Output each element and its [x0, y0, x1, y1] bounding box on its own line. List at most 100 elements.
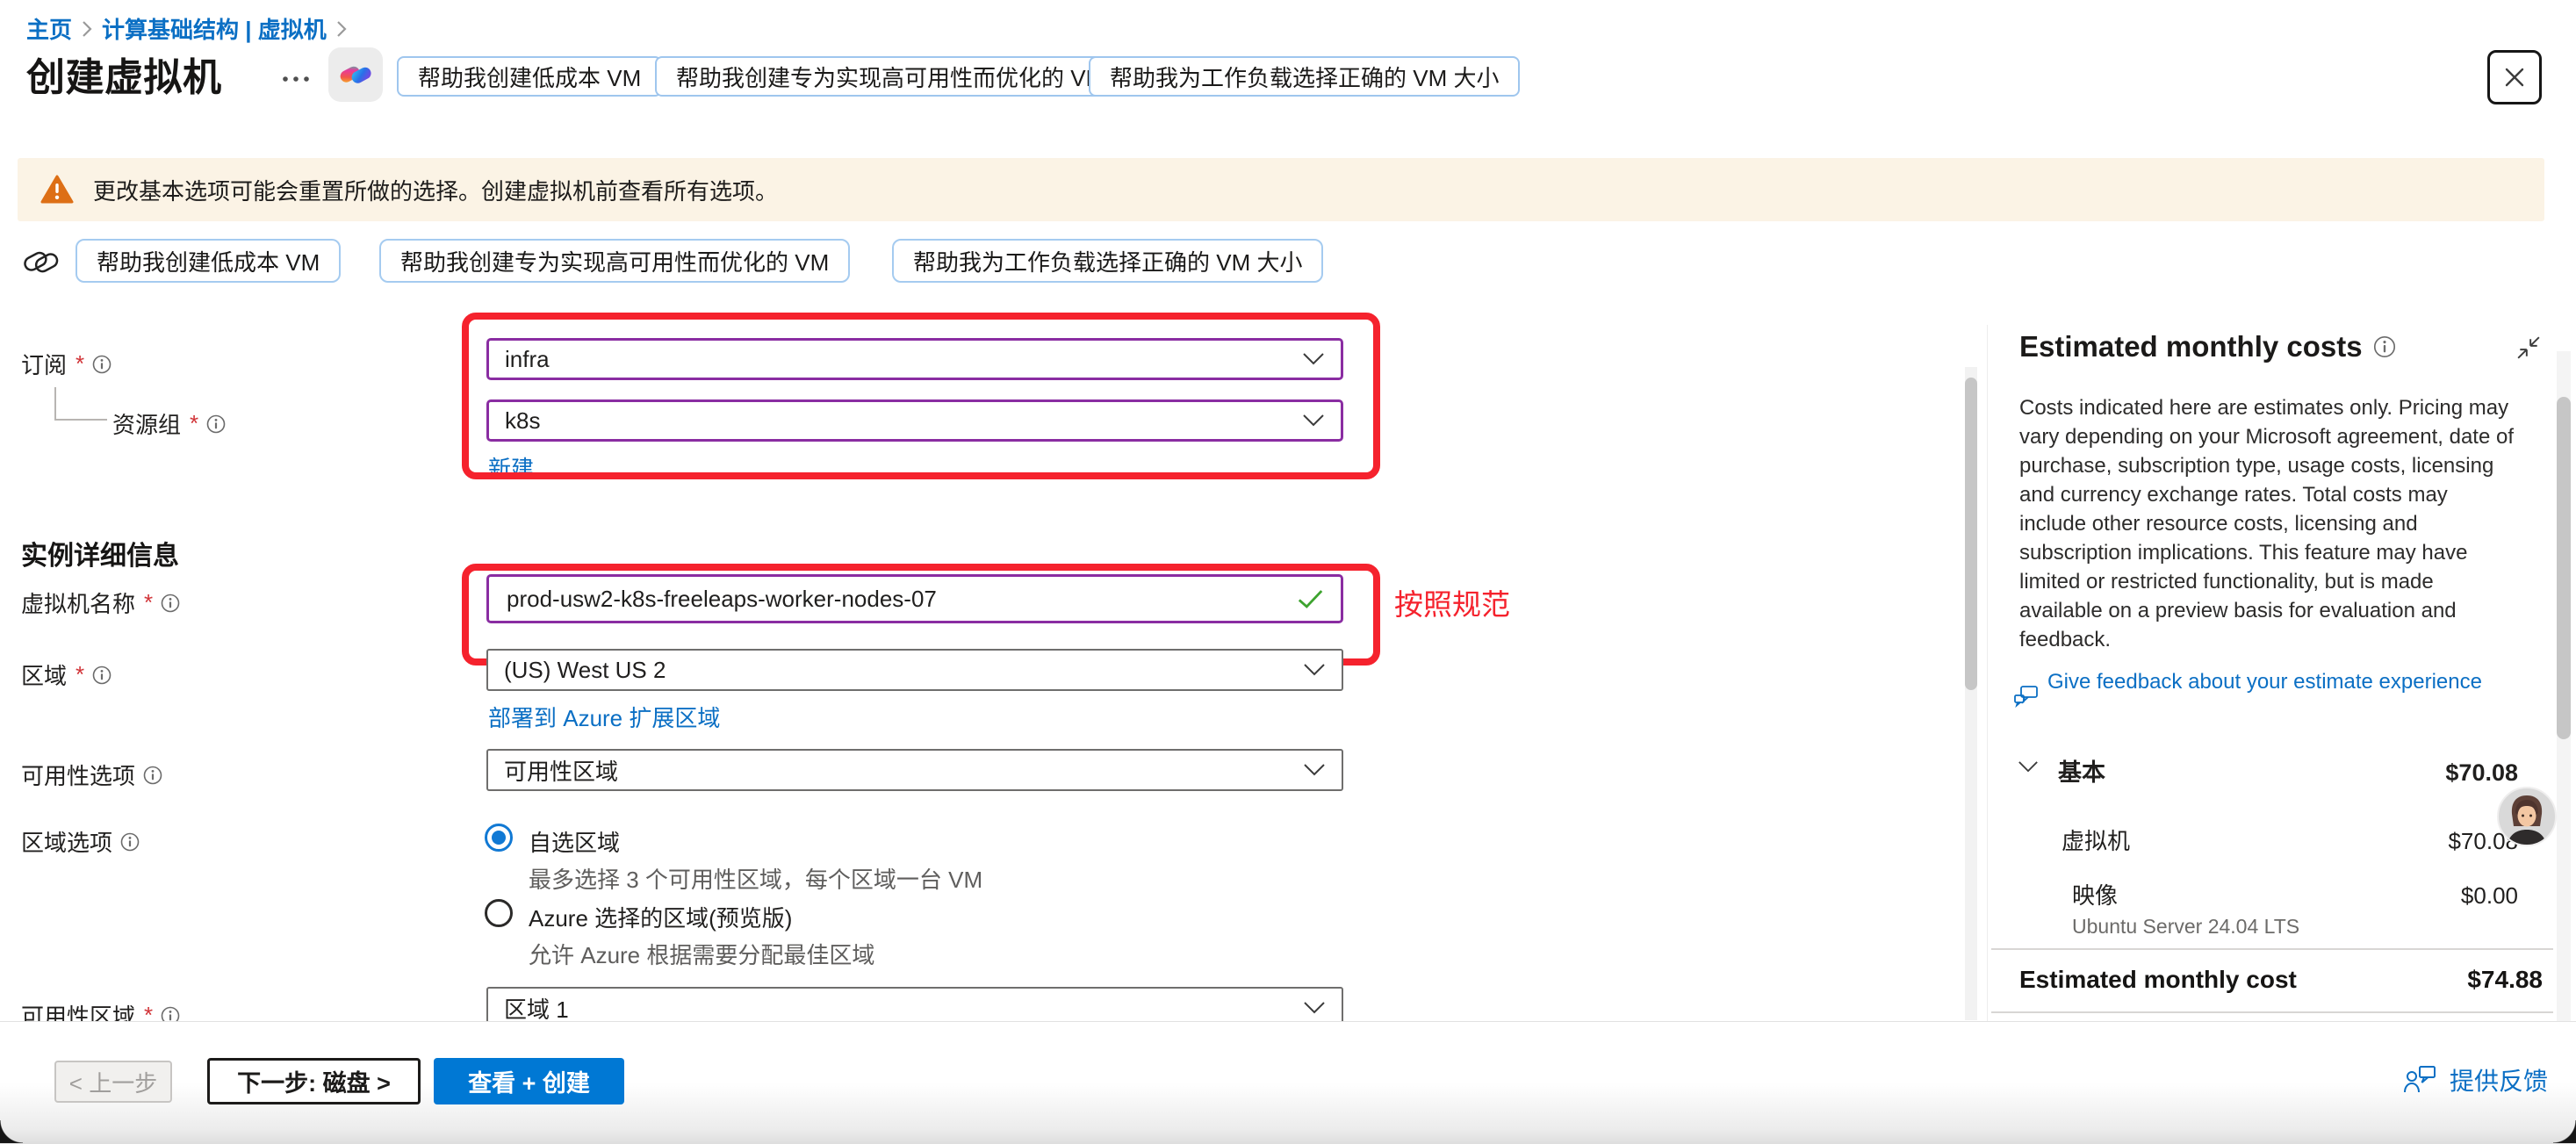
breadcrumb-chevron-icon [81, 19, 93, 39]
close-icon [2501, 64, 2528, 90]
cost-item-sub: Ubuntu Server 24.04 LTS [2072, 915, 2299, 939]
collapse-panel-button[interactable] [2516, 335, 2541, 364]
review-create-button[interactable]: 查看 + 创建 [434, 1058, 624, 1104]
warning-text: 更改基本选项可能会重置所做的选择。创建虚拟机前查看所有选项。 [93, 174, 778, 206]
required-asterisk: * [190, 410, 198, 437]
warning-icon [40, 175, 74, 205]
panel-divider-line [1991, 1011, 2553, 1013]
cost-group-value: $70.08 [2445, 759, 2518, 787]
dropdown-value: 可用性区域 [504, 754, 618, 787]
copilot-chip-right-size[interactable]: 帮助我为工作负载选择正确的 VM 大小 [892, 239, 1323, 283]
feedback-person-icon [2402, 1064, 2437, 1096]
resource-group-label: 资源组* [112, 407, 226, 440]
total-value: $74.88 [2467, 966, 2543, 994]
copilot-chip-high-availability[interactable]: 帮助我创建专为实现高可用性而优化的 VM [379, 239, 850, 283]
vm-name-field [486, 574, 1343, 623]
breadcrumb-chevron-icon [335, 19, 348, 39]
footer-bar: < 上一步 下一步: 磁盘 > 查看 + 创建 提供反馈 [0, 1021, 2576, 1144]
breadcrumb-link-compute[interactable]: 计算基础结构 | 虚拟机 [102, 12, 327, 45]
total-label: Estimated monthly cost [2019, 966, 2297, 994]
panel-divider-line [1991, 948, 2553, 950]
resource-group-dropdown[interactable]: k8s [486, 399, 1343, 442]
info-icon[interactable] [161, 594, 180, 613]
copilot-outline-icon [21, 242, 61, 287]
info-icon[interactable] [120, 832, 140, 852]
feedback-bubbles-icon [2012, 683, 2040, 716]
feedback-link[interactable]: 提供反馈 [2402, 1062, 2548, 1097]
more-icon [281, 75, 311, 83]
window-corner [2553, 1120, 2576, 1143]
cost-item-label: 映像 [2072, 878, 2118, 910]
avatar[interactable] [2497, 787, 2557, 851]
dropdown-value: infra [505, 346, 550, 373]
copilot-icon [338, 57, 373, 92]
region-label: 区域* [21, 658, 112, 691]
main-scrollbar-thumb[interactable] [1965, 378, 1977, 690]
vm-name-input[interactable] [505, 585, 1297, 614]
copilot-button[interactable] [328, 47, 383, 102]
required-asterisk: * [144, 589, 153, 616]
radio-azure-selected-zones[interactable] [485, 899, 513, 927]
cost-item-row: 映像 $0.00 [2072, 878, 2518, 910]
chevron-down-icon [1303, 763, 1326, 777]
copilot-chip-low-cost[interactable]: 帮助我创建低成本 VM [397, 56, 662, 97]
cost-item-label: 虚拟机 [2062, 824, 2130, 856]
feedback-label: 提供反馈 [2450, 1062, 2548, 1097]
copilot-chip-high-availability[interactable]: 帮助我创建专为实现高可用性而优化的 VM [655, 56, 1126, 97]
subscription-label: 订阅* [21, 348, 112, 380]
vm-name-label: 虚拟机名称* [21, 586, 180, 619]
panel-divider [1987, 325, 1988, 1021]
cost-group-label: 基本 [2058, 753, 2105, 788]
page-title: 创建虚拟机 [26, 46, 222, 102]
radio-dot [492, 831, 506, 845]
create-vm-page: 主页 计算基础结构 | 虚拟机 创建虚拟机 帮助我创建低成本 VM 帮助我创建专… [0, 0, 2576, 1143]
subscription-dropdown[interactable]: infra [486, 338, 1343, 380]
annotation-text: 按照规范 [1394, 581, 1510, 623]
cost-group-chevron[interactable] [2018, 760, 2039, 778]
availability-options-dropdown[interactable]: 可用性区域 [486, 749, 1343, 791]
deploy-edge-zone-link[interactable]: 部署到 Azure 扩展区域 [488, 701, 720, 733]
chevron-down-icon [1303, 1001, 1326, 1015]
cost-item-row: 虚拟机 $70.08 [2062, 824, 2518, 856]
warning-banner: 更改基本选项可能会重置所做的选择。创建虚拟机前查看所有选项。 [18, 158, 2544, 221]
copilot-chip-low-cost[interactable]: 帮助我创建低成本 VM [76, 239, 341, 283]
valid-check-icon [1297, 588, 1325, 610]
chevron-down-icon [1302, 352, 1325, 366]
radio-label[interactable]: 自选区域 [529, 825, 620, 858]
info-icon[interactable] [92, 355, 112, 374]
required-asterisk: * [76, 661, 84, 688]
collapse-icon [2516, 335, 2541, 360]
radio-description: 最多选择 3 个可用性区域，每个区域一台 VM [529, 862, 982, 895]
cost-panel-title: Estimated monthly costs [2019, 330, 2396, 363]
copilot-chip-right-size[interactable]: 帮助我为工作负载选择正确的 VM 大小 [1089, 56, 1520, 97]
info-icon[interactable] [2373, 335, 2396, 358]
radio-description: 允许 Azure 根据需要分配最佳区域 [529, 938, 874, 970]
radio-self-selected-zones[interactable] [485, 824, 513, 852]
info-icon[interactable] [92, 666, 112, 685]
required-asterisk: * [76, 350, 84, 378]
dropdown-value: 区域 1 [504, 992, 569, 1025]
total-row: Estimated monthly cost $74.88 [2019, 966, 2543, 994]
cost-group-row[interactable]: 基本 $70.08 [2058, 753, 2518, 788]
region-dropdown[interactable]: (US) West US 2 [486, 649, 1343, 691]
zone-options-label: 区域选项 [21, 825, 140, 858]
close-button[interactable] [2487, 50, 2542, 104]
window-corner [0, 1120, 23, 1143]
chevron-down-icon [1303, 663, 1326, 677]
feedback-estimate-link[interactable]: Give feedback about your estimate experi… [2047, 667, 2530, 696]
next-disks-button[interactable]: 下一步: 磁盘 > [207, 1058, 421, 1104]
cost-panel-description: Costs indicated here are estimates only.… [2019, 393, 2516, 654]
chevron-down-icon [1302, 414, 1325, 428]
breadcrumb: 主页 计算基础结构 | 虚拟机 [26, 12, 356, 45]
radio-label[interactable]: Azure 选择的区域(预览版) [529, 901, 792, 933]
info-icon[interactable] [143, 766, 162, 785]
previous-button[interactable]: < 上一步 [54, 1061, 172, 1103]
section-title-instance-details: 实例详细信息 [21, 534, 179, 572]
page-scrollbar-thumb[interactable] [2557, 397, 2571, 739]
more-menu-button[interactable] [281, 72, 311, 88]
chevron-down-icon [2018, 760, 2039, 773]
info-icon[interactable] [206, 414, 226, 434]
breadcrumb-link-home[interactable]: 主页 [26, 12, 72, 45]
cost-item-value: $0.00 [2461, 882, 2518, 910]
create-new-link[interactable]: 新建 [488, 451, 534, 484]
